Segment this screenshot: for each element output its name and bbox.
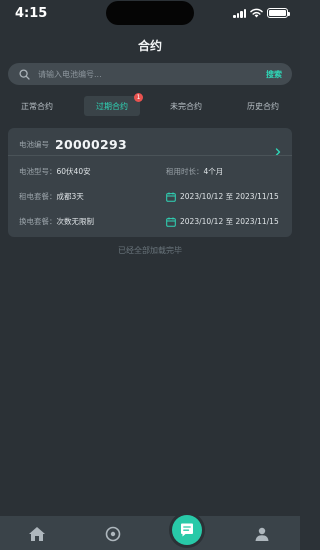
status-time: 4:15 bbox=[15, 6, 48, 21]
nav-profile[interactable] bbox=[253, 525, 271, 543]
nav-home[interactable] bbox=[28, 525, 46, 543]
status-icons bbox=[233, 8, 290, 18]
rent-duration-value: 4个月 bbox=[203, 167, 224, 176]
tab-badge: 1 bbox=[134, 93, 143, 102]
swap-plan-value: 次数无限制 bbox=[56, 217, 95, 226]
bottom-nav bbox=[0, 516, 300, 550]
contract-card[interactable]: 电池编号 20000293 电池型号 ： 60伏40安 租用时长 ： 4个月 租… bbox=[8, 128, 292, 237]
swap-period-row: 2023/10/12 至 2023/11/15 bbox=[166, 216, 279, 227]
wifi-icon bbox=[250, 8, 263, 18]
tab-label: 过期合约 bbox=[96, 101, 128, 111]
rent-period-value: 2023/10/12 至 2023/11/15 bbox=[180, 192, 279, 201]
dynamic-island bbox=[106, 1, 194, 25]
app-screen: 4:15 合约 搜索 正常合约 过期合 bbox=[0, 0, 300, 550]
location-icon bbox=[105, 526, 121, 542]
list-end-text: 已经全部加载完毕 bbox=[118, 246, 182, 255]
battery-icon bbox=[267, 8, 290, 18]
battery-number-row: 电池编号 20000293 bbox=[19, 137, 127, 152]
search-bar[interactable]: 搜索 bbox=[8, 63, 292, 85]
swap-plan-row: 换电套餐 ： 次数无限制 bbox=[19, 216, 94, 227]
profile-icon bbox=[255, 527, 269, 541]
search-input[interactable] bbox=[38, 69, 266, 79]
calendar-icon bbox=[166, 217, 176, 227]
tab-expired-contracts[interactable]: 过期合约 1 bbox=[84, 93, 143, 116]
rent-plan-value: 成都3天 bbox=[56, 192, 84, 201]
contract-tabs: 正常合约 过期合约 1 未完合约 历史合约 bbox=[0, 93, 300, 116]
nav-contract-button[interactable] bbox=[172, 515, 202, 545]
contract-icon bbox=[181, 523, 193, 537]
rent-duration-label: 租用时长 bbox=[166, 167, 196, 176]
tab-label: 正常合约 bbox=[21, 101, 53, 111]
tab-unfinished-contracts[interactable]: 未完合约 bbox=[163, 96, 209, 116]
swap-period-value: 2023/10/12 至 2023/11/15 bbox=[180, 217, 279, 226]
colon: ： bbox=[196, 167, 204, 176]
page-title: 合约 bbox=[137, 39, 162, 53]
card-divider bbox=[8, 155, 292, 156]
battery-no-label: 电池编号 bbox=[19, 140, 49, 149]
search-button[interactable]: 搜索 bbox=[266, 69, 282, 80]
calendar-icon bbox=[166, 192, 176, 202]
rent-period-row: 2023/10/12 至 2023/11/15 bbox=[166, 191, 279, 202]
battery-model-row: 电池型号 ： 60伏40安 bbox=[19, 166, 91, 177]
tab-label: 未完合约 bbox=[170, 101, 202, 111]
rent-duration-row: 租用时长 ： 4个月 bbox=[166, 166, 223, 177]
swap-plan-label: 换电套餐 bbox=[19, 217, 49, 226]
battery-model-label: 电池型号 bbox=[19, 167, 49, 176]
nav-location[interactable] bbox=[104, 525, 122, 543]
signal-icon bbox=[233, 8, 246, 18]
colon: ： bbox=[49, 217, 57, 226]
rent-plan-label: 租电套餐 bbox=[19, 192, 49, 201]
tab-label: 历史合约 bbox=[247, 101, 279, 111]
status-bar: 4:15 bbox=[0, 0, 300, 30]
tab-history-contracts[interactable]: 历史合约 bbox=[240, 96, 286, 116]
search-icon bbox=[18, 68, 30, 80]
rent-plan-row: 租电套餐 ： 成都3天 bbox=[19, 191, 84, 202]
battery-no-value: 20000293 bbox=[55, 137, 127, 152]
chevron-right-icon[interactable] bbox=[275, 141, 281, 160]
colon: ： bbox=[49, 167, 57, 176]
tab-normal-contracts[interactable]: 正常合约 bbox=[14, 96, 60, 116]
colon: ： bbox=[49, 192, 57, 201]
battery-model-value: 60伏40安 bbox=[56, 167, 91, 176]
home-icon bbox=[29, 527, 45, 541]
